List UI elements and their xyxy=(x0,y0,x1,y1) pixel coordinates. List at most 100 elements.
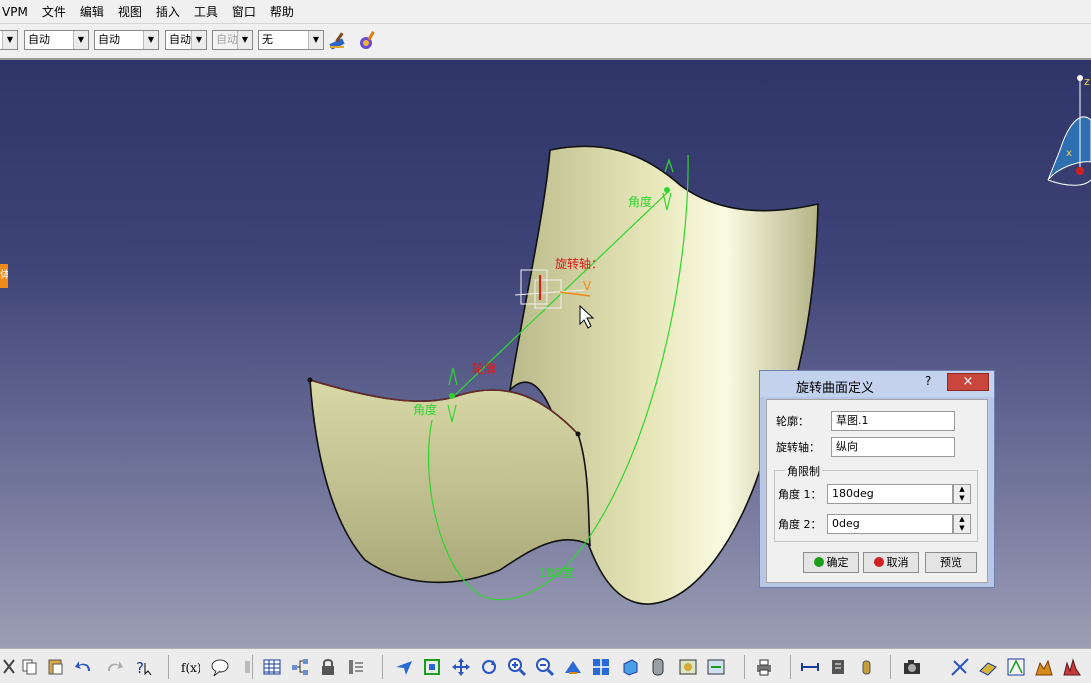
undo-icon[interactable] xyxy=(74,657,94,677)
rotate-icon[interactable] xyxy=(479,657,499,677)
spec-tree-tab[interactable]: 体 xyxy=(0,264,8,288)
menu-help[interactable]: 帮助 xyxy=(263,3,301,20)
angle2-spinner[interactable]: ▲ ▼ xyxy=(953,514,971,534)
surface-vertex xyxy=(575,431,581,437)
hide-show-icon[interactable] xyxy=(678,657,698,677)
menu-bar: VPM 文件 编辑 视图 插入 工具 窗口 帮助 xyxy=(0,0,1091,24)
analysis-tool-icon[interactable] xyxy=(1062,657,1082,677)
color-combo[interactable]: ▼ xyxy=(0,30,18,50)
transparency-value: 自动 xyxy=(28,33,50,46)
layer-combo[interactable]: 无 ▼ xyxy=(258,30,324,50)
axis-field[interactable]: 纵向 xyxy=(831,437,955,457)
chevron-down-icon: ▼ xyxy=(237,31,252,49)
sketch-tool-icon[interactable] xyxy=(1006,657,1026,677)
whats-this-icon[interactable]: ? xyxy=(134,657,154,677)
angle-handle[interactable] xyxy=(449,393,455,399)
transparency-combo[interactable]: 自动 ▼ xyxy=(24,30,89,50)
menu-window[interactable]: 窗口 xyxy=(225,3,263,20)
plane-tool-icon[interactable] xyxy=(978,657,998,677)
lock-icon[interactable] xyxy=(318,657,338,677)
menu-view[interactable]: 视图 xyxy=(111,3,149,20)
svg-text:?: ? xyxy=(136,659,144,677)
fly-mode-icon[interactable] xyxy=(394,657,414,677)
close-button[interactable]: × xyxy=(947,373,989,391)
measure-item-icon[interactable] xyxy=(828,657,848,677)
zoom-out-icon[interactable] xyxy=(535,657,555,677)
cut-icon[interactable] xyxy=(0,657,20,677)
axis-tool-icon[interactable] xyxy=(950,657,970,677)
menu-edit[interactable]: 编辑 xyxy=(73,3,111,20)
svg-text:f(x): f(x) xyxy=(181,661,200,675)
angle1-label: 角度 1： xyxy=(778,488,822,501)
line-type-combo[interactable]: 自动 ▼ xyxy=(165,30,207,50)
spin-down-icon[interactable]: ▼ xyxy=(954,494,970,503)
spin-up-icon[interactable]: ▲ xyxy=(954,515,970,524)
close-icon: × xyxy=(962,374,974,389)
ok-button[interactable]: 确定 xyxy=(803,552,859,573)
chevron-down-icon: ▼ xyxy=(143,31,158,49)
menu-vpm[interactable]: VPM xyxy=(0,5,35,19)
inertia-icon[interactable] xyxy=(856,657,876,677)
surface-vertex xyxy=(307,377,313,383)
point-symbol-combo: 自动 ▼ xyxy=(212,30,253,50)
compass-x-label: x xyxy=(1066,148,1072,159)
spin-down-icon[interactable]: ▼ xyxy=(954,524,970,533)
measure-icon[interactable] xyxy=(800,657,820,677)
apply-material-icon[interactable] xyxy=(357,29,379,51)
normal-view-icon[interactable] xyxy=(563,657,583,677)
dialog-title: 旋转曲面定义 xyxy=(796,381,875,396)
shading-icon[interactable] xyxy=(648,657,668,677)
angle-handle[interactable] xyxy=(664,187,670,193)
multi-view-icon[interactable] xyxy=(591,657,611,677)
surface-front-sheet[interactable] xyxy=(309,378,591,584)
paintbrush-icon[interactable] xyxy=(328,29,350,51)
line-thickness-combo[interactable]: 自动 ▼ xyxy=(94,30,159,50)
copy-icon[interactable] xyxy=(20,657,40,677)
compass-icon[interactable] xyxy=(1047,75,1091,186)
angle-value-label: 180度 xyxy=(539,566,574,580)
paste-icon[interactable] xyxy=(46,657,66,677)
formula-icon[interactable]: f(x) xyxy=(180,657,200,677)
capture-icon[interactable] xyxy=(902,657,922,677)
ok-icon xyxy=(813,557,824,567)
angle2-input[interactable]: 0deg xyxy=(827,514,953,534)
profile-field[interactable]: 草图.1 xyxy=(831,411,955,431)
redo-icon[interactable] xyxy=(104,657,124,677)
point-symbol-value: 自动 xyxy=(216,33,238,46)
dialog-title-bar[interactable]: 旋转曲面定义 ? × xyxy=(760,371,994,397)
pan-icon[interactable] xyxy=(451,657,471,677)
angle-label-left: 角度 xyxy=(413,403,438,417)
surface-tool-icon[interactable] xyxy=(1034,657,1054,677)
angle1-input[interactable]: 180deg xyxy=(827,484,953,504)
spin-up-icon[interactable]: ▲ xyxy=(954,485,970,494)
cancel-icon xyxy=(873,557,884,567)
table-icon[interactable] xyxy=(262,657,282,677)
iso-view-icon[interactable] xyxy=(620,657,640,677)
revolve-definition-dialog: 旋转曲面定义 ? × 轮廓： 草图.1 旋转轴： 纵向 角限制 角度 1： 18… xyxy=(759,370,995,588)
parameters-icon[interactable] xyxy=(346,657,366,677)
comment-icon[interactable] xyxy=(210,657,230,677)
knowledge-icon[interactable] xyxy=(238,657,258,677)
properties-toolbar: ▼ 自动 ▼ 自动 ▼ 自动 ▼ 自动 ▼ 无 ▼ xyxy=(0,24,1091,60)
angle-label-top: 角度 xyxy=(628,195,653,209)
chevron-down-icon: ▼ xyxy=(308,31,323,49)
dialog-body: 轮廓： 草图.1 旋转轴： 纵向 角限制 角度 1： 180deg ▲ ▼ 角度… xyxy=(766,399,988,583)
menu-file[interactable]: 文件 xyxy=(35,3,73,20)
swap-space-icon[interactable] xyxy=(706,657,726,677)
profile-field-label: 轮廓： xyxy=(776,415,809,428)
print-icon[interactable] xyxy=(754,657,774,677)
menu-tools[interactable]: 工具 xyxy=(187,3,225,20)
chevron-down-icon: ▼ xyxy=(2,31,17,49)
zoom-in-icon[interactable] xyxy=(507,657,527,677)
chevron-down-icon: ▼ xyxy=(191,31,206,49)
cancel-button[interactable]: 取消 xyxy=(863,552,919,573)
profile-label: 轮廓 xyxy=(472,362,497,376)
angle1-spinner[interactable]: ▲ ▼ xyxy=(953,484,971,504)
angle-limits-group: 角限制 角度 1： 180deg ▲ ▼ 角度 2： 0deg ▲ ▼ xyxy=(774,463,978,542)
menu-insert[interactable]: 插入 xyxy=(149,3,187,20)
fit-all-icon[interactable] xyxy=(422,657,442,677)
help-button[interactable]: ? xyxy=(925,374,931,388)
tree-icon[interactable] xyxy=(290,657,310,677)
preview-button[interactable]: 预览 xyxy=(925,552,977,573)
line-type-value: 自动 xyxy=(169,33,191,46)
